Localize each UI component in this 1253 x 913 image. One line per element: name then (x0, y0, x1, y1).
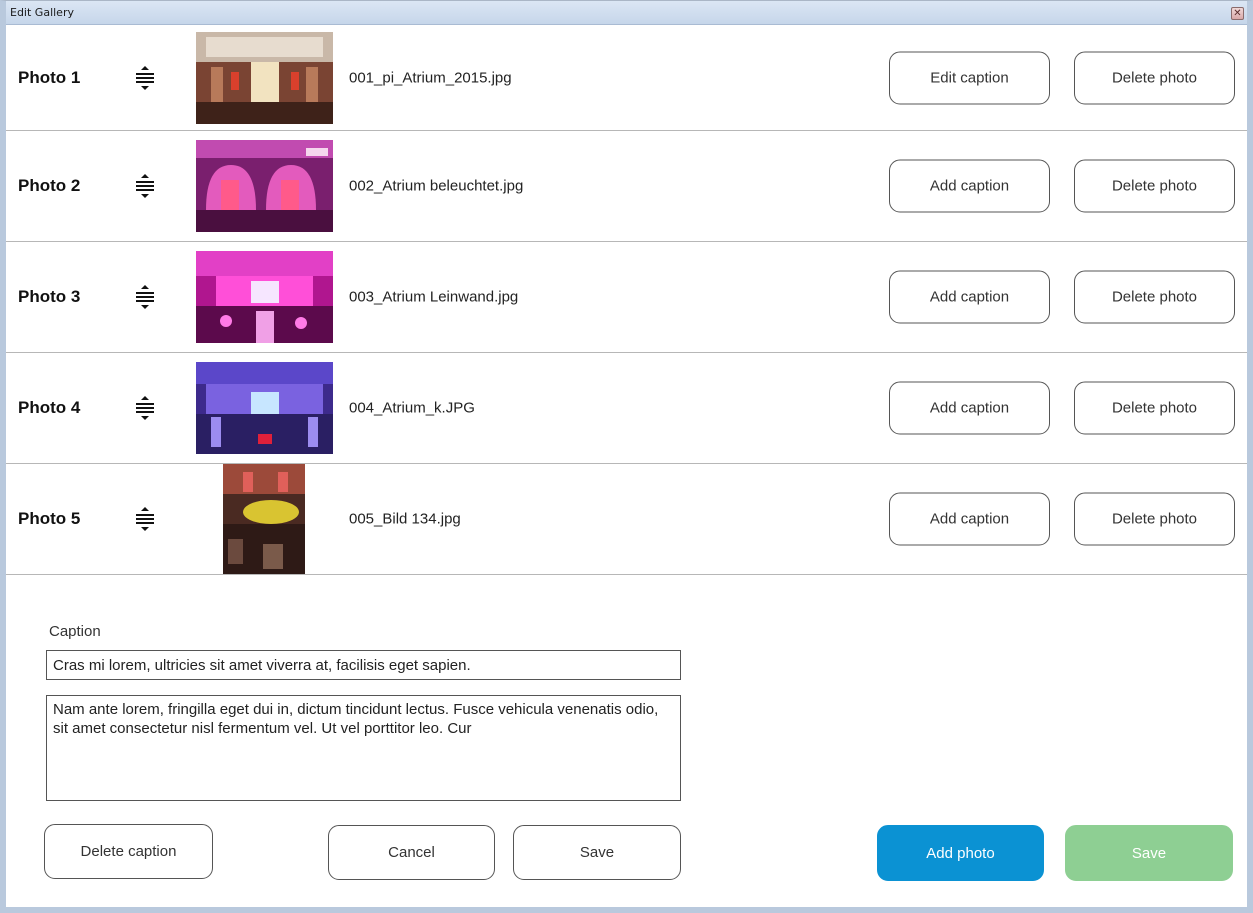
photo-row-4: Photo 4 004_Atrium_k.JPG Add caption Del… (6, 353, 1247, 464)
add-photo-button[interactable]: Add photo (877, 825, 1044, 881)
caption-label: Caption (49, 623, 101, 640)
save-caption-button[interactable]: Save (513, 825, 681, 880)
photo-label: Photo 3 (18, 287, 81, 306)
close-icon[interactable]: ✕ (1231, 7, 1244, 20)
photo-filename: 002_Atrium beleuchtet.jpg (349, 177, 524, 195)
edit-caption-button[interactable]: Edit caption (889, 51, 1050, 104)
photo-thumbnail (196, 140, 333, 232)
photo-filename: 004_Atrium_k.JPG (349, 399, 475, 417)
drag-handle-icon[interactable] (134, 395, 156, 421)
caption-editor: Caption Nam ante lorem, fringilla eget d… (6, 598, 1247, 907)
window-title: Edit Gallery (10, 6, 74, 19)
delete-photo-button[interactable]: Delete photo (1074, 159, 1235, 213)
photo-filename: 003_Atrium Leinwand.jpg (349, 288, 519, 306)
photo-thumbnail (223, 464, 305, 574)
photo-label: Photo 2 (18, 176, 81, 195)
photo-filename: 005_Bild 134.jpg (349, 510, 461, 528)
add-caption-button[interactable]: Add caption (889, 270, 1050, 324)
photo-label: Photo 1 (18, 67, 81, 87)
title-bar: Edit Gallery ✕ (6, 1, 1247, 25)
photo-list: Photo 1 001_pi_Atrium_2015.jpg Edit capt… (6, 25, 1247, 575)
drag-handle-icon[interactable] (134, 506, 156, 532)
photo-filename: 001_pi_Atrium_2015.jpg (349, 69, 512, 86)
caption-body-textarea[interactable]: Nam ante lorem, fringilla eget dui in, d… (46, 695, 681, 801)
photo-row-3: Photo 3 003_Atrium Leinwand.jpg Add capt… (6, 242, 1247, 353)
photo-row-5: Photo 5 005_Bild 134.jpg Add caption Del… (6, 464, 1247, 575)
add-caption-button[interactable]: Add caption (889, 159, 1050, 213)
caption-title-input[interactable] (46, 650, 681, 680)
drag-handle-icon[interactable] (134, 284, 156, 310)
add-caption-button[interactable]: Add caption (889, 492, 1050, 546)
photo-row-1: Photo 1 001_pi_Atrium_2015.jpg Edit capt… (6, 25, 1247, 131)
photo-thumbnail (196, 31, 333, 124)
photo-thumbnail (196, 362, 333, 454)
delete-photo-button[interactable]: Delete photo (1074, 51, 1235, 104)
drag-handle-icon[interactable] (134, 173, 156, 199)
cancel-button[interactable]: Cancel (328, 825, 495, 880)
add-caption-button[interactable]: Add caption (889, 381, 1050, 435)
drag-handle-icon[interactable] (134, 65, 156, 91)
photo-thumbnail (196, 251, 333, 343)
photo-row-2: Photo 2 002_Atrium beleuchtet.jpg Add ca… (6, 131, 1247, 242)
save-gallery-button[interactable]: Save (1065, 825, 1233, 881)
delete-photo-button[interactable]: Delete photo (1074, 492, 1235, 546)
delete-photo-button[interactable]: Delete photo (1074, 270, 1235, 324)
delete-photo-button[interactable]: Delete photo (1074, 381, 1235, 435)
photo-label: Photo 4 (18, 398, 81, 417)
photo-label: Photo 5 (18, 509, 81, 528)
edit-gallery-window: Edit Gallery ✕ Photo 1 001_pi_Atrium_201… (0, 0, 1253, 913)
delete-caption-button[interactable]: Delete caption (44, 824, 213, 879)
